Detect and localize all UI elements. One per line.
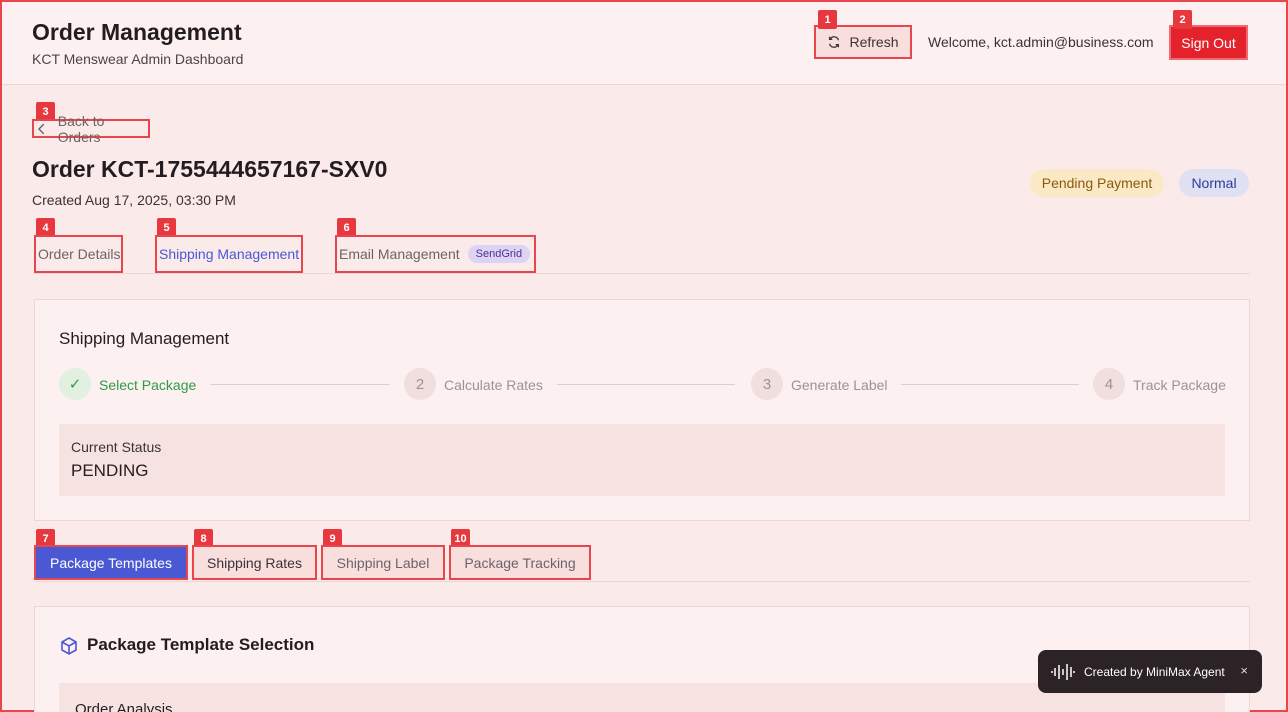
order-title: Order KCT-1755444657167-SXV0 (32, 156, 388, 182)
card-title: Shipping Management (59, 329, 230, 348)
step-complete-icon: ✓ (59, 368, 91, 400)
status-value: PENDING (71, 461, 149, 480)
refresh-button[interactable]: Refresh (814, 25, 912, 59)
step-connector (211, 384, 389, 385)
app-subtitle: KCT Menswear Admin Dashboard (32, 51, 244, 67)
close-icon[interactable]: × (1240, 663, 1248, 678)
tab-shipping-rates[interactable]: Shipping Rates (192, 545, 317, 580)
tab-order-details[interactable]: Order Details (34, 235, 123, 273)
step-label: Generate Label (791, 377, 888, 393)
status-label: Current Status (71, 439, 162, 455)
step-connector (557, 384, 735, 385)
step-label: Track Package (1133, 377, 1226, 393)
sign-out-button[interactable]: Sign Out (1169, 25, 1248, 60)
step-number: 2 (404, 368, 436, 400)
marker-badge: 2 (1173, 10, 1192, 29)
app-header: Order Management KCT Menswear Admin Dash… (2, 2, 1286, 85)
package-icon (61, 637, 77, 655)
shipping-management-card: Shipping Management ✓ Select Package 2 C… (34, 299, 1250, 521)
step-connector (901, 384, 1079, 385)
order-created-date: Created Aug 17, 2025, 03:30 PM (32, 192, 236, 208)
priority-badge: Normal (1179, 169, 1249, 197)
refresh-label: Refresh (849, 34, 899, 50)
step-number: 4 (1093, 368, 1125, 400)
chevron-left-icon (38, 123, 45, 134)
back-label: Back to Orders (57, 112, 105, 145)
tab-email-management[interactable]: Email Management SendGrid (335, 235, 536, 273)
order-analysis-title: Order Analysis (75, 701, 173, 712)
minimax-toast: Created by MiniMax Agent × (1038, 650, 1262, 693)
payment-status-badge: Pending Payment (1030, 169, 1164, 197)
sendgrid-badge: SendGrid (467, 245, 531, 263)
subtabs-divider (34, 581, 1250, 582)
step-number: 3 (751, 368, 783, 400)
tab-package-tracking[interactable]: Package Tracking (449, 545, 591, 580)
tabs-divider (34, 273, 1250, 274)
tab-shipping-management[interactable]: Shipping Management (155, 235, 303, 273)
step-label: Select Package (99, 377, 197, 393)
toast-text: Created by MiniMax Agent (1084, 664, 1225, 679)
tab-email-label: Email Management (339, 246, 460, 262)
back-to-orders-link[interactable]: Back to Orders (32, 113, 150, 145)
refresh-icon (829, 36, 840, 48)
marker-badge: 1 (818, 10, 837, 29)
package-section-title: Package Template Selection (87, 635, 315, 654)
step-label: Calculate Rates (444, 377, 543, 393)
tab-package-templates[interactable]: Package Templates (34, 545, 188, 580)
app-title: Order Management (32, 19, 242, 45)
waveform-icon (1051, 663, 1075, 680)
tab-shipping-label[interactable]: Shipping Label (321, 545, 445, 580)
current-status-box: Current Status PENDING (59, 424, 1225, 496)
welcome-text: Welcome, kct.admin@business.com (928, 34, 1154, 50)
